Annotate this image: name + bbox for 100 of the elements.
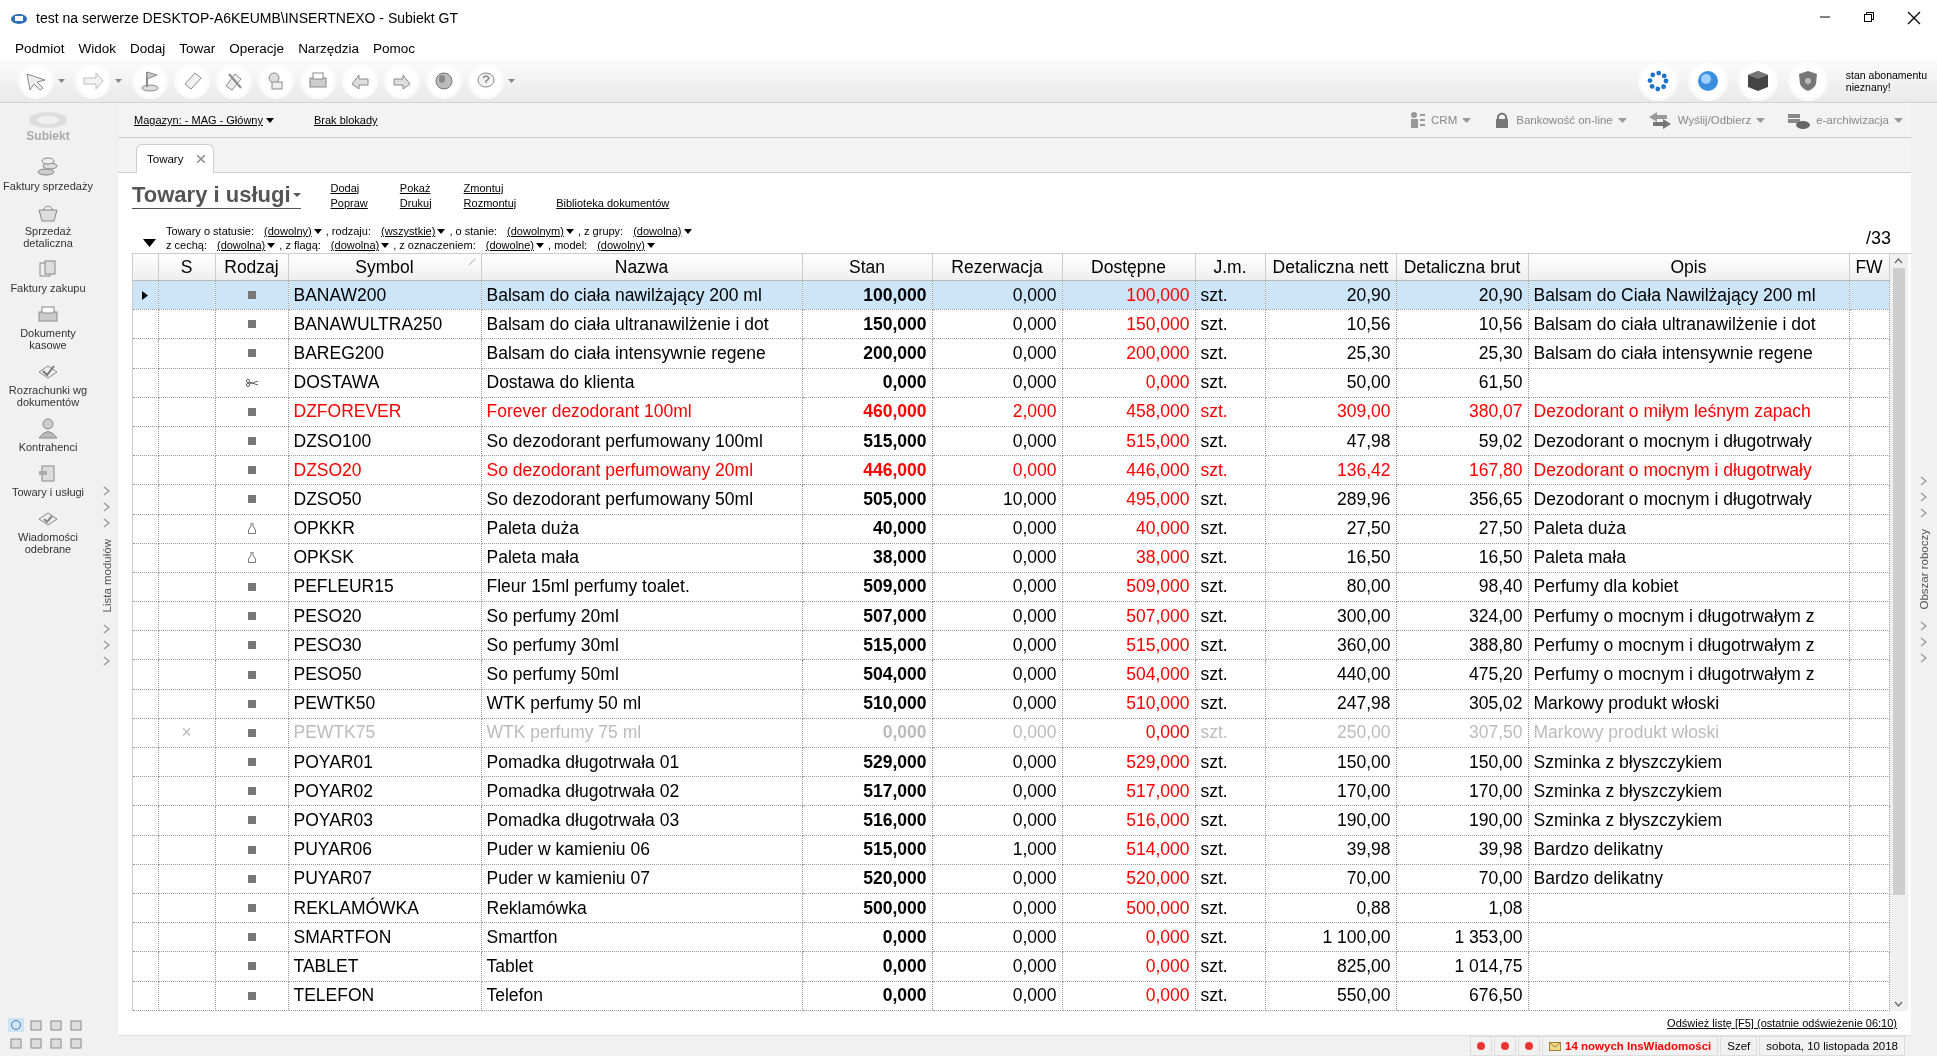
action-link[interactable]: Zmontuj: [463, 181, 517, 194]
coins-icon: [36, 156, 60, 178]
table-row[interactable]: PESO50 So perfumy 50ml 504,000 0,000 504,000 szt. 440,00 475,20 Perfumy o mocnym i długotrwałym z: [133, 659, 1889, 690]
filter-dropdown[interactable]: (dowolny): [264, 225, 322, 237]
header-link[interactable]: Magazyn: - MAG - Główny: [134, 114, 274, 126]
module-link[interactable]: Wiadomości odebrane: [2, 531, 94, 555]
module-icon[interactable]: [28, 1036, 44, 1050]
table-row[interactable]: BANAWULTRA250 Balsam do ciała ultranawilżenie i dot 150,000 0,000 150,000 szt. 10,56 10,56 Balsam do ciała ultranawilżenie i dot: [133, 309, 1889, 339]
module-icon[interactable]: [28, 1018, 44, 1032]
table-row[interactable]: PESO20 So perfumy 20ml 507,000 0,000 507,000 szt. 300,00 324,00 Perfumy o mocnym i długotrwałym z: [133, 601, 1889, 631]
module-icon[interactable]: [68, 1036, 84, 1050]
column-header[interactable]: FW: [1849, 254, 1889, 281]
filter-dropdown[interactable]: (wszystkie): [381, 225, 446, 237]
toolbar-button[interactable]: [1637, 61, 1678, 101]
table-row[interactable]: DZFOREVER Forever dezodorant 100ml 460,000 2,000 458,000 szt. 309,00 380,07 Dezodorant o miłym leśnym zapach: [133, 397, 1889, 427]
module-link[interactable]: Dokumenty kasowe: [2, 327, 94, 351]
filter-dropdown[interactable]: (dowolnym): [507, 225, 574, 237]
collapse-icon[interactable]: [142, 239, 156, 247]
column-header[interactable]: Nazwa: [481, 254, 802, 281]
module-link[interactable]: Faktury zakupu: [10, 282, 86, 294]
table-cell: 1,08: [1396, 893, 1528, 923]
scroll-down-icon[interactable]: [1894, 1000, 1903, 1007]
column-header[interactable]: S: [158, 254, 215, 281]
table-row[interactable]: BAREG200 Balsam do ciała intensywnie regene 200,000 0,000 200,000 szt. 25,30 25,30 Balsam do ciała intensywnie regene: [133, 338, 1889, 369]
panel-label[interactable]: Obszar roboczy: [1918, 529, 1930, 610]
table-row[interactable]: DZSO20 So dezodorant perfumowany 20ml 446,000 0,000 446,000 szt. 136,42 167,80 Dezodorant o mocnym i długotrwały: [133, 455, 1889, 485]
module-icon[interactable]: [68, 1018, 84, 1032]
restore-icon[interactable]: [1863, 11, 1875, 23]
toolbar-button[interactable]: [1737, 61, 1778, 101]
view-title-dropdown[interactable]: Towary i usługi: [132, 181, 301, 209]
panel-label[interactable]: Lista modułów: [101, 539, 113, 613]
filter-dropdown[interactable]: (dowolna): [330, 239, 390, 251]
filter-dropdown[interactable]: (dowolna): [216, 239, 276, 251]
action-link[interactable]: Pokaż: [399, 181, 432, 194]
table-row[interactable]: DOSTAWA Dostawa do klienta 0,000 0,000 0,000 szt. 50,00 61,50: [133, 368, 1889, 398]
table-row[interactable]: PUYAR07 Puder w kamieniu 07 520,000 0,000 520,000 szt. 70,00 70,00 Bardzo delikatny: [133, 864, 1889, 894]
table-row[interactable]: SMARTFON Smartfon 0,000 0,000 0,000 szt. 1 100,00 1 353,00: [133, 922, 1889, 952]
scrollbar[interactable]: [1889, 254, 1908, 1011]
window-title: test na serwerze DESKTOP-A6KEUMB\INSERTNEXO - Subiekt GT: [36, 10, 459, 26]
menu-item[interactable]: Narzędzia: [291, 40, 366, 56]
close-icon[interactable]: [1907, 11, 1921, 25]
column-header[interactable]: Detaliczna brut: [1396, 254, 1528, 281]
caret-icon: [1756, 117, 1766, 123]
action-link[interactable]: Popraw: [330, 196, 368, 209]
scrollbar-thumb[interactable]: [1892, 268, 1905, 895]
module-icon[interactable]: [48, 1018, 64, 1032]
menu-item[interactable]: Dodaj: [123, 40, 173, 56]
header-link[interactable]: Brak blokady: [314, 114, 378, 126]
menu-item[interactable]: Widok: [71, 40, 124, 56]
module-icon[interactable]: [8, 1036, 24, 1050]
column-header[interactable]: J.m.: [1195, 254, 1265, 281]
menu-item[interactable]: Towar: [172, 40, 223, 56]
table-row[interactable]: POYAR02 Pomadka długotrwała 02 517,000 0,000 517,000 szt. 170,00 170,00 Szminka z błyszczykiem: [133, 776, 1889, 806]
table-row[interactable]: DZSO50 So dezodorant perfumowany 50ml 505,000 10,000 495,000 szt. 289,96 356,65 Dezodorant o mocnym i długotrwały: [133, 484, 1889, 514]
column-header[interactable]: Rezerwacja: [932, 254, 1062, 281]
action-link[interactable]: Dodaj: [330, 181, 368, 194]
table-row[interactable]: TABLET Tablet 0,000 0,000 0,000 szt. 825,00 1 014,75: [133, 951, 1889, 981]
table-row[interactable]: POYAR03 Pomadka długotrwała 03 516,000 0,000 516,000 szt. 190,00 190,00 Szminka z błyszczykiem: [133, 805, 1889, 836]
module-link[interactable]: Kontrahenci: [18, 441, 78, 453]
tab[interactable]: Towary: [136, 144, 215, 173]
table-cell: 40,000: [802, 514, 932, 544]
module-link[interactable]: Sprzedaż detaliczna: [2, 225, 94, 249]
action-link[interactable]: Rozmontuj: [463, 196, 517, 209]
filter-dropdown[interactable]: (dowolna): [633, 225, 692, 237]
module-link[interactable]: Towary i usługi: [11, 486, 85, 498]
scroll-up-icon[interactable]: [1894, 258, 1903, 264]
action-link[interactable]: Drukuj: [399, 196, 432, 209]
table-cell: 509,000: [1062, 572, 1195, 602]
toolbar-button[interactable]: [1787, 61, 1828, 101]
column-header[interactable]: Stan: [802, 254, 932, 281]
filter-dropdown[interactable]: (dowolny): [597, 239, 655, 251]
table-row[interactable]: OPKSK Paleta mała 38,000 0,000 38,000 szt. 16,50 16,50 Paleta mała: [133, 543, 1889, 573]
module-link[interactable]: Rozrachunki wg dokumentów: [2, 384, 94, 408]
table-row[interactable]: REKLAMÓWKA Reklamówka 500,000 0,000 500,000 szt. 0,88 1,08: [133, 893, 1889, 923]
menu-item[interactable]: Operacje: [222, 40, 292, 56]
table-row[interactable]: DZSO100 So dezodorant perfumowany 100ml 515,000 0,000 515,000 szt. 47,98 59,02 Dezodorant o mocnym i długotrwały: [133, 426, 1889, 456]
menu-item[interactable]: Pomoc: [365, 40, 422, 56]
column-header[interactable]: Opis: [1528, 254, 1849, 281]
menu-item[interactable]: Podmiot: [8, 40, 72, 56]
table-cell: Balsam do ciała nawilżający 200 ml: [481, 280, 802, 310]
table-row[interactable]: PEFLEUR15 Fleur 15ml perfumy toalet. 509,000 0,000 509,000 szt. 80,00 98,40 Perfumy dla kobiet: [133, 572, 1889, 602]
module-icon[interactable]: [48, 1036, 64, 1050]
table-row[interactable]: PEWTK50 WTK perfumy 50 ml 510,000 0,000 510,000 szt. 247,98 305,02 Markowy produkt włoski: [133, 689, 1889, 719]
action-link[interactable]: Biblioteka dokumentów: [556, 196, 670, 209]
module-link[interactable]: Faktury sprzedaży: [3, 180, 93, 192]
table-row[interactable]: POYAR01 Pomadka długotrwała 01 529,000 0,000 529,000 szt. 150,00 150,00 Szminka z błyszczykiem: [133, 747, 1889, 777]
column-header[interactable]: Dostępne: [1062, 254, 1195, 281]
table-cell: 550,00: [1265, 981, 1396, 1011]
table-row[interactable]: PUYAR06 Puder w kamieniu 06 515,000 1,000 514,000 szt. 39,98 39,98 Bardzo delikatny: [133, 835, 1889, 865]
table-row[interactable]: TELEFON Telefon 0,000 0,000 0,000 szt. 550,00 676,50: [133, 981, 1889, 1011]
table-cell: 307,50: [1396, 718, 1528, 748]
table-row[interactable]: OPKKR Paleta duża 40,000 0,000 40,000 szt. 27,50 27,50 Paleta duża: [133, 514, 1889, 544]
table-row[interactable]: PESO30 So perfumy 30ml 515,000 0,000 515,000 szt. 360,00 388,80 Perfumy o mocnym i długotrwałym z: [133, 630, 1889, 660]
circle-icon[interactable]: [8, 1018, 24, 1032]
table-row[interactable]: BANAW200 Balsam do ciała nawilżający 200 ml 100,000 0,000 100,000 szt. 20,90 20,90 Balsam do Ciała Nawilżający 200 ml: [133, 280, 1889, 310]
column-header[interactable]: Symbol: [288, 254, 481, 281]
column-header[interactable]: Rodzaj: [215, 254, 288, 281]
filter-dropdown[interactable]: (dowolne): [485, 239, 545, 251]
refresh-link[interactable]: Odśwież listę [F5] (ostatnie odświeżenie 06:10): [1667, 1017, 1897, 1029]
column-header[interactable]: Detaliczna nett: [1265, 254, 1396, 281]
